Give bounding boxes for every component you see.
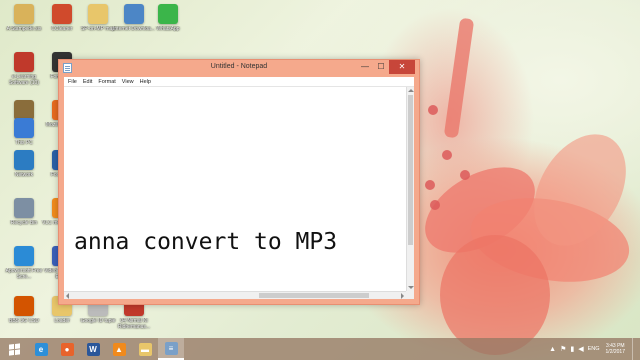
taskbar-app-notepad[interactable]: ≡ <box>158 338 184 360</box>
scroll-down-arrow-icon[interactable] <box>408 286 414 289</box>
show-desktop-button[interactable] <box>632 338 636 360</box>
ccleaner-icon <box>52 4 72 24</box>
taskbar-apps: e ● W ▲ ▬ ≡ <box>28 338 184 360</box>
taskbar-app-firefox[interactable]: ● <box>54 338 80 360</box>
notepad-titlebar[interactable]: Untitled - Notepad — ☐ ✕ <box>59 60 419 77</box>
network-icon <box>14 150 34 170</box>
menu-view[interactable]: View <box>122 79 134 85</box>
desktop-icon-label: WhatsApp <box>156 26 180 32</box>
notepad-icon: ≡ <box>164 341 178 355</box>
flower-stamen <box>430 200 440 210</box>
apowersoft-icon <box>14 246 34 266</box>
flower-petal <box>440 235 550 355</box>
menu-bar: File Edit Format View Help <box>64 77 414 87</box>
tray-up-arrow-icon[interactable]: ▲ <box>549 346 556 353</box>
file-explorer-icon: ▬ <box>138 342 152 356</box>
menu-help[interactable]: Help <box>140 79 151 85</box>
file-icon <box>14 4 34 24</box>
taskbar: e ● W ▲ ▬ ≡ ▲ ⚑ ▮ ◀ ENG 3:43 PM 1/2/2017 <box>0 338 640 360</box>
app-icon <box>14 100 34 120</box>
document-icon <box>124 4 144 24</box>
elearning-icon <box>14 52 34 72</box>
flower-stem <box>443 17 475 139</box>
maximize-button[interactable]: ☐ <box>373 60 389 74</box>
tray-volume-icon[interactable]: ◀ <box>578 345 583 353</box>
menu-edit[interactable]: Edit <box>83 79 92 85</box>
taskbar-app-word[interactable]: W <box>80 338 106 360</box>
vlc-icon: ▲ <box>112 342 126 356</box>
scroll-up-arrow-icon[interactable] <box>408 89 414 92</box>
tray-flag-icon[interactable]: ⚑ <box>560 345 566 353</box>
notepad-window[interactable]: Untitled - Notepad — ☐ ✕ File Edit Forma… <box>58 59 420 305</box>
system-tray: ▲ ⚑ ▮ ◀ ENG 3:43 PM 1/2/2017 <box>549 338 636 360</box>
flower-stamen <box>425 180 435 190</box>
horizontal-scroll-thumb[interactable] <box>259 293 369 298</box>
horizontal-scrollbar[interactable] <box>64 291 406 299</box>
folder-icon <box>88 4 108 24</box>
scrollbar-corner <box>406 291 414 299</box>
menu-format[interactable]: Format <box>98 79 115 85</box>
internet-explorer-icon: e <box>34 342 48 356</box>
scroll-left-arrow-icon[interactable] <box>66 293 69 299</box>
flower-stamen <box>442 150 452 160</box>
recycle-bin-icon <box>14 198 34 218</box>
language-indicator[interactable]: ENG <box>588 346 600 352</box>
word-icon: W <box>86 342 100 356</box>
firefox-icon: ● <box>60 342 74 356</box>
taskbar-app-file-explorer[interactable]: ▬ <box>132 338 158 360</box>
taskbar-app-internet-explorer[interactable]: e <box>28 338 54 360</box>
minimize-button[interactable]: — <box>357 60 373 74</box>
flower-stamen <box>428 105 438 115</box>
clock-date: 1/2/2017 <box>605 349 625 355</box>
window-controls: — ☐ ✕ <box>357 60 415 74</box>
scroll-right-arrow-icon[interactable] <box>401 293 404 299</box>
vertical-scroll-thumb[interactable] <box>408 95 413 245</box>
text-editor[interactable]: anna convert to MP3 <box>64 87 414 299</box>
editor-content[interactable]: anna convert to MP3 <box>74 229 337 255</box>
flower-stamen <box>460 170 470 180</box>
whatsapp-icon <box>158 4 178 24</box>
menu-file[interactable]: File <box>68 79 77 85</box>
desktop-icon[interactable]: WhatsApp <box>146 4 190 46</box>
windows-logo-icon <box>8 342 20 356</box>
desktop-icon-label: 04 Nirmal Ki Ridhemanus... <box>117 318 151 330</box>
computer-icon <box>14 118 34 138</box>
clock[interactable]: 3:43 PM 1/2/2017 <box>606 343 625 355</box>
close-button[interactable]: ✕ <box>389 60 415 74</box>
start-button[interactable] <box>0 338 28 360</box>
vertical-scrollbar[interactable] <box>406 87 414 291</box>
csd-icon <box>14 296 34 316</box>
tray-network-icon[interactable]: ▮ <box>570 345 574 353</box>
taskbar-app-vlc[interactable]: ▲ <box>106 338 132 360</box>
